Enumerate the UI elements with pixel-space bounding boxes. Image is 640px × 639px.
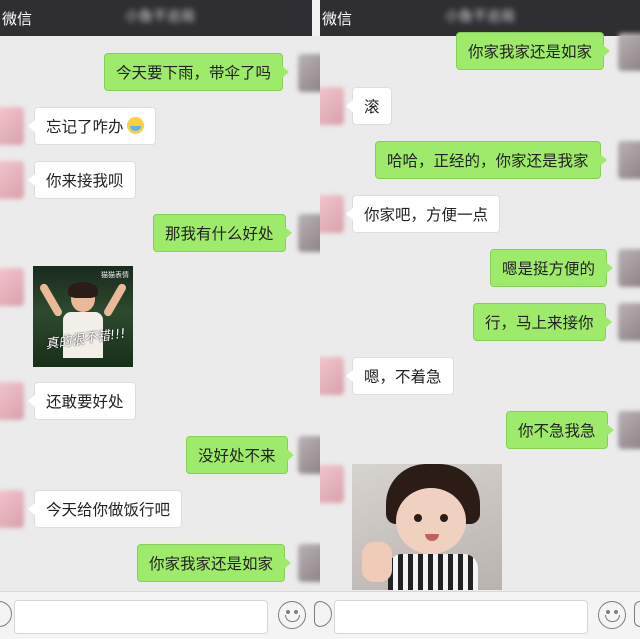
contact-avatar[interactable] bbox=[0, 161, 24, 199]
sticker-eye bbox=[440, 514, 448, 522]
my-avatar[interactable] bbox=[298, 54, 320, 92]
sticker-arm bbox=[102, 282, 128, 318]
sticker-shirt bbox=[388, 554, 478, 590]
contact-avatar[interactable] bbox=[320, 357, 344, 395]
my-avatar[interactable] bbox=[298, 436, 320, 474]
my-avatar[interactable] bbox=[618, 141, 640, 179]
input-bar bbox=[0, 591, 320, 639]
contact-avatar[interactable] bbox=[320, 87, 344, 125]
message-bubble-outgoing[interactable]: 哈哈，正经的，你家还是我家 bbox=[375, 141, 607, 179]
message-bubble-outgoing[interactable]: 你家我家还是如家 bbox=[456, 32, 611, 70]
emoji-icon[interactable] bbox=[278, 601, 306, 629]
screenshot-collage: 微信 小鱼干总局 今天要下雨，带伞了吗 忘记了咋办 你来接我呗 那我有什么好处 … bbox=[0, 0, 640, 639]
my-avatar[interactable] bbox=[618, 249, 640, 287]
sticker-hair bbox=[68, 282, 98, 298]
sticker-watermark: 猫猫表情 bbox=[101, 271, 129, 279]
my-avatar[interactable] bbox=[618, 33, 640, 71]
chat-panel-right: 微信 小鱼干总局 你家我家还是如家 滚 哈哈，正经的，你家还是我家 你家吧，方便… bbox=[320, 0, 640, 639]
my-avatar[interactable] bbox=[618, 411, 640, 449]
contact-avatar[interactable] bbox=[320, 465, 344, 503]
message-bubble-incoming[interactable]: 滚 bbox=[346, 87, 392, 125]
contact-avatar[interactable] bbox=[0, 490, 24, 528]
sticker-arm bbox=[38, 282, 64, 318]
top-bar: 微信 小鱼干总局 bbox=[0, 0, 320, 36]
message-bubble-outgoing[interactable]: 嗯是挺方便的 bbox=[490, 249, 614, 287]
message-bubble-outgoing[interactable]: 没好处不来 bbox=[186, 436, 294, 474]
sticker-face bbox=[396, 488, 466, 554]
contact-avatar[interactable] bbox=[320, 195, 344, 233]
top-bar: 微信 小鱼干总局 bbox=[320, 0, 640, 36]
sticker-eye bbox=[414, 514, 422, 522]
contact-avatar[interactable] bbox=[0, 107, 24, 145]
panel-divider bbox=[312, 0, 320, 36]
sticker-image[interactable] bbox=[352, 464, 502, 590]
message-bubble-outgoing[interactable]: 你不急我急 bbox=[506, 411, 614, 449]
sticker-image[interactable]: 真的很不错!!! 猫猫表情 bbox=[33, 266, 133, 367]
message-bubble-outgoing[interactable]: 行，马上来接你 bbox=[473, 303, 612, 341]
chat-panel-left: 微信 小鱼干总局 今天要下雨，带伞了吗 忘记了咋办 你来接我呗 那我有什么好处 … bbox=[0, 0, 320, 639]
message-bubble-outgoing[interactable]: 那我有什么好处 bbox=[153, 214, 292, 252]
crying-face-icon bbox=[126, 117, 144, 134]
message-bubble-incoming[interactable]: 忘记了咋办 bbox=[28, 107, 156, 145]
sticker-hand bbox=[362, 542, 392, 582]
smile-mouth bbox=[285, 615, 300, 622]
message-bubble-outgoing[interactable]: 今天要下雨，带伞了吗 bbox=[104, 53, 290, 91]
message-bubble-incoming[interactable]: 你来接我呗 bbox=[28, 161, 136, 199]
contact-avatar[interactable] bbox=[0, 268, 24, 306]
contact-avatar[interactable] bbox=[0, 382, 24, 420]
smile-mouth bbox=[605, 615, 620, 622]
emoji-icon[interactable] bbox=[598, 601, 626, 629]
message-input[interactable] bbox=[14, 600, 268, 634]
message-bubble-incoming[interactable]: 今天给你做饭行吧 bbox=[27, 490, 183, 528]
voice-icon[interactable] bbox=[0, 601, 12, 627]
message-bubble-outgoing[interactable]: 你家我家还是如家 bbox=[137, 544, 292, 582]
message-text: 忘记了咋办 bbox=[46, 118, 124, 136]
back-button[interactable]: 微信 bbox=[322, 8, 352, 29]
more-icon[interactable] bbox=[634, 601, 640, 627]
input-bar bbox=[320, 591, 640, 639]
chat-title: 小鱼干总局 bbox=[125, 9, 195, 25]
my-avatar[interactable] bbox=[618, 303, 640, 341]
chat-title: 小鱼干总局 bbox=[445, 9, 515, 25]
back-button[interactable]: 微信 bbox=[2, 8, 32, 29]
voice-icon[interactable] bbox=[320, 601, 332, 627]
my-avatar[interactable] bbox=[298, 214, 320, 252]
my-avatar[interactable] bbox=[298, 544, 320, 582]
message-bubble-incoming[interactable]: 你家吧，方便一点 bbox=[345, 195, 501, 233]
message-bubble-incoming[interactable]: 嗯，不着急 bbox=[346, 357, 454, 395]
message-input[interactable] bbox=[334, 600, 588, 634]
message-bubble-incoming[interactable]: 还敢要好处 bbox=[28, 382, 136, 420]
